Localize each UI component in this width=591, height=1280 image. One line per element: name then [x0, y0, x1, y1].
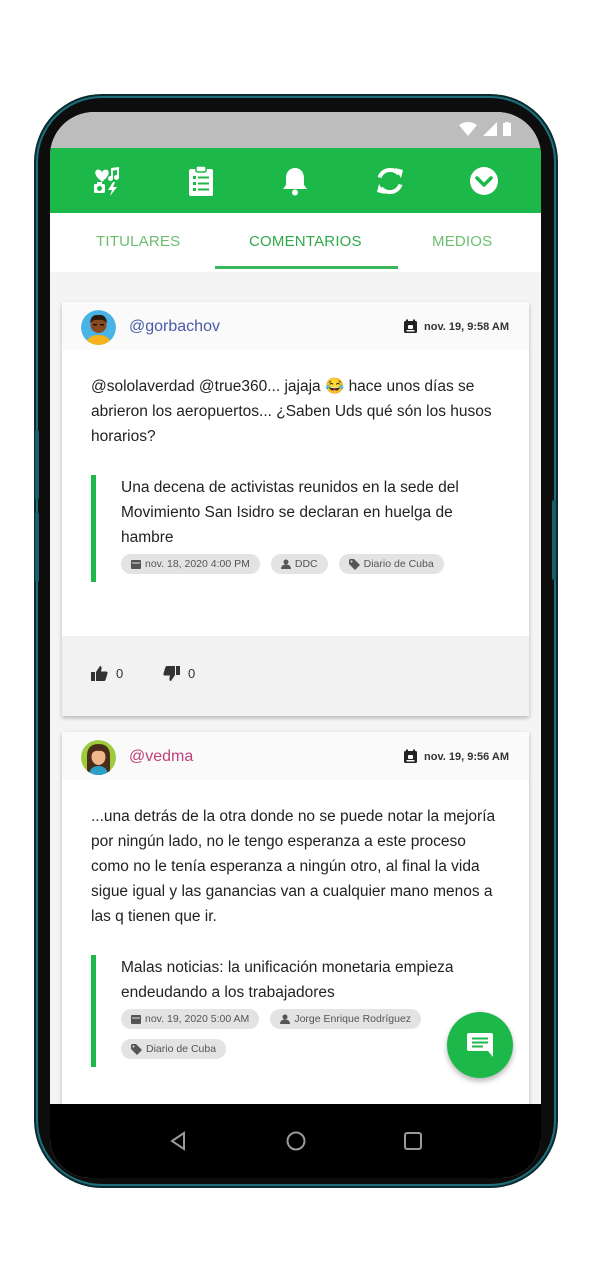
chat-icon — [467, 1033, 493, 1057]
calendar-icon — [131, 560, 141, 569]
tag-icon — [131, 1043, 142, 1055]
thumbs-down-icon — [163, 666, 180, 681]
screen: TITULARES COMENTARIOS MEDIOS @gorbachov … — [50, 112, 541, 1178]
comment-date: nov. 19, 9:58 AM — [424, 320, 509, 333]
article-date-chip[interactable]: nov. 18, 2020 4:00 PM — [121, 554, 260, 574]
tab-bar: TITULARES COMENTARIOS MEDIOS — [50, 213, 541, 271]
recents-icon[interactable] — [393, 1121, 433, 1161]
heart-music-icon[interactable] — [87, 161, 127, 201]
tab-comentarios[interactable]: COMENTARIOS — [249, 233, 362, 250]
article-date: nov. 18, 2020 4:00 PM — [145, 558, 250, 570]
username[interactable]: @gorbachov — [129, 318, 220, 336]
dislike-button[interactable]: 0 — [163, 666, 195, 681]
volume-button — [35, 430, 39, 500]
person-icon — [280, 1014, 291, 1024]
person-icon — [280, 559, 291, 569]
tag-icon — [348, 558, 360, 570]
new-comment-button[interactable] — [447, 1012, 513, 1078]
comment-date: nov. 19, 9:56 AM — [424, 750, 509, 763]
check-circle-icon[interactable] — [464, 161, 504, 201]
comment-text: ...una detrás de la otra donde no se pue… — [91, 808, 496, 925]
tab-titulares[interactable]: TITULARES — [96, 233, 180, 250]
calendar-icon — [404, 319, 418, 333]
username[interactable]: @vedma — [129, 748, 193, 766]
comments-feed[interactable]: @gorbachov nov. 19, 9:58 AM @sololaverda… — [50, 272, 541, 1104]
card-footer: 0 0 — [62, 636, 529, 716]
active-tab-indicator — [215, 266, 398, 269]
dislike-count: 0 — [188, 666, 196, 681]
back-icon[interactable] — [159, 1121, 199, 1161]
comment-text: @sololaverdad @true360... jajaja 😂 hace … — [91, 378, 492, 445]
article-author: Jorge Enrique Rodríguez — [294, 1013, 412, 1025]
status-bar — [50, 112, 541, 148]
article-title[interactable]: Una decena de activistas reunidos en la … — [121, 475, 501, 550]
volume-button-2 — [35, 512, 39, 582]
comment-card: @gorbachov nov. 19, 9:58 AM @sololaverda… — [62, 302, 529, 716]
article-title[interactable]: Malas noticias: la unificación monetaria… — [121, 955, 501, 1005]
power-button — [552, 500, 556, 580]
calendar-icon — [131, 1015, 141, 1024]
article-source-chip[interactable]: Diario de Cuba — [338, 554, 444, 574]
refresh-icon[interactable] — [370, 161, 410, 201]
avatar[interactable] — [81, 310, 116, 345]
bell-icon[interactable] — [275, 161, 315, 201]
thumbs-up-icon — [91, 666, 108, 681]
home-icon[interactable] — [276, 1121, 316, 1161]
system-nav-bar — [50, 1104, 541, 1178]
article-source-chip[interactable]: Diario de Cuba — [121, 1039, 227, 1059]
article-author-chip[interactable]: DDC — [270, 554, 328, 574]
article-author-chip[interactable]: Jorge Enrique Rodríguez — [270, 1009, 422, 1029]
avatar[interactable] — [81, 740, 116, 775]
article-date-chip[interactable]: nov. 19, 2020 5:00 AM — [121, 1009, 260, 1029]
article-author: DDC — [294, 558, 318, 570]
article-source: Diario de Cuba — [363, 558, 434, 570]
quote-bar — [91, 475, 96, 582]
quote-bar — [91, 955, 96, 1067]
article-quote[interactable]: Malas noticias: la unificación monetaria… — [91, 955, 501, 1067]
battery-icon — [503, 122, 511, 136]
top-toolbar — [50, 148, 541, 213]
wifi-icon — [459, 122, 477, 136]
card-header: @vedma nov. 19, 9:56 AM — [62, 732, 529, 780]
card-header: @gorbachov nov. 19, 9:58 AM — [62, 302, 529, 350]
like-button[interactable]: 0 — [91, 666, 123, 681]
article-date: nov. 19, 2020 5:00 AM — [145, 1013, 250, 1025]
clipboard-icon[interactable] — [181, 161, 221, 201]
tab-medios[interactable]: MEDIOS — [432, 233, 492, 250]
calendar-icon — [404, 749, 418, 763]
signal-icon — [483, 122, 497, 136]
like-count: 0 — [116, 666, 124, 681]
article-source: Diario de Cuba — [146, 1043, 217, 1055]
article-quote[interactable]: Una decena de activistas reunidos en la … — [91, 475, 501, 582]
